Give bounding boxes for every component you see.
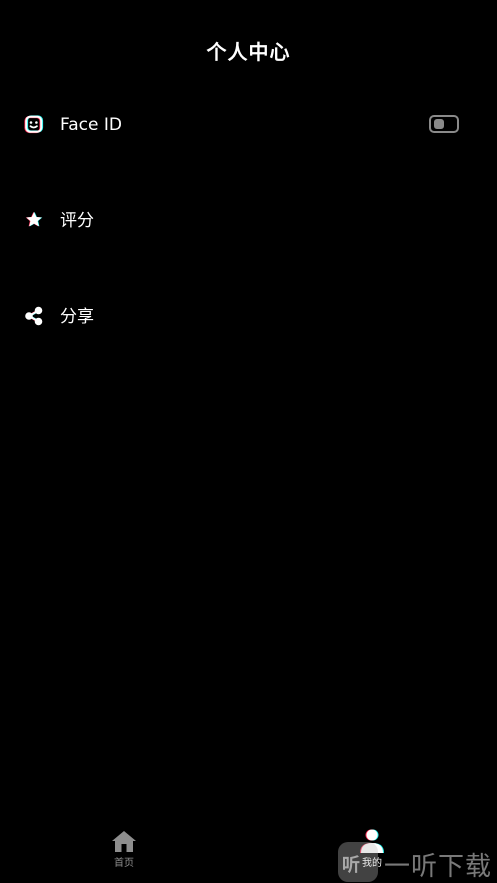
share-icon (24, 306, 44, 326)
watermark-text: 一听下载 (384, 852, 493, 882)
page-title: 个人中心 (206, 40, 291, 64)
header: 个人中心 (0, 0, 497, 100)
face-id-icon (24, 114, 44, 134)
settings-menu: Face ID 评分 分享 (0, 86, 497, 374)
toggle-knob (434, 119, 444, 129)
watermark-logo-icon: 听 (338, 842, 378, 882)
home-icon (110, 827, 138, 855)
menu-item-label: 评分 (60, 211, 94, 231)
tab-label: 首页 (114, 858, 134, 869)
star-icon (24, 210, 44, 230)
menu-item-label: Face ID (60, 115, 122, 135)
watermark: 听 一听下载 (338, 840, 497, 883)
menu-item-rate[interactable]: 评分 (0, 182, 497, 278)
watermark-logo-text: 听 (342, 855, 360, 876)
menu-item-face-id[interactable]: Face ID (0, 86, 497, 182)
menu-item-share[interactable]: 分享 (0, 278, 497, 374)
face-id-toggle[interactable] (429, 115, 459, 133)
tab-home[interactable]: 首页 (84, 827, 164, 879)
menu-item-label: 分享 (60, 307, 94, 327)
